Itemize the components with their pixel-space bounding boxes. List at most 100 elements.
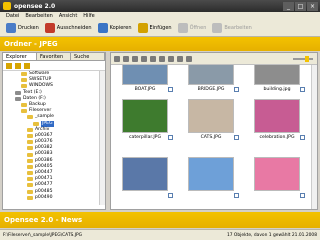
slideshow-icon[interactable] <box>177 55 183 62</box>
thumbnail-caption: CATS.JPG <box>200 135 222 140</box>
window-title: opensee 2.0 <box>14 2 56 10</box>
toolbar-label: Bearbeiten <box>224 25 252 31</box>
menu-item-bearbeiten[interactable]: Bearbeiten <box>25 13 52 19</box>
delete-icon[interactable] <box>186 55 192 62</box>
thumbnail-image <box>122 157 168 191</box>
drive-icon <box>15 96 21 101</box>
folder-icon <box>33 121 39 126</box>
select-checkbox[interactable] <box>300 135 305 140</box>
status-info: 17 Objekte, davon 1 gewählt 21.01.2008 <box>226 232 317 238</box>
tree-item[interactable]: p00490 <box>3 195 105 201</box>
thumbnail[interactable]: caterpillar.JPG <box>115 99 175 140</box>
thumbnail-image <box>254 157 300 191</box>
drucken-button[interactable]: Drucken <box>6 23 39 33</box>
thumbnail[interactable] <box>115 157 175 198</box>
menu-bar: Datei Bearbeiten Ansicht Hilfe <box>0 12 320 20</box>
folder-header: Ordner - JPEG <box>0 37 320 51</box>
status-bar: F:\Fileserver\_sample\JPEG\CATS.JPG 17 O… <box>0 229 320 240</box>
folder-icon <box>27 195 33 200</box>
app-icon <box>3 2 11 10</box>
close-button[interactable]: × <box>307 1 318 11</box>
menu-item-ansicht[interactable]: Ansicht <box>59 13 77 19</box>
news-bar[interactable]: Opensee 2.0 - News <box>0 212 320 228</box>
maximize-button[interactable]: □ <box>295 1 306 11</box>
view-mode-icon[interactable] <box>141 55 147 62</box>
select-checkbox[interactable] <box>168 193 173 198</box>
thumbnail[interactable]: BRIDGE.JPG <box>181 65 241 92</box>
folder-icon <box>27 133 33 138</box>
folder-icon <box>27 177 33 182</box>
thumbnail[interactable]: celebration.JPG <box>247 99 307 140</box>
menu-item-hilfe[interactable]: Hilfe <box>83 13 94 19</box>
thumbnail-caption: BRIDGE.JPG <box>197 87 225 92</box>
rotate-left-icon[interactable] <box>159 55 165 62</box>
forward-icon[interactable] <box>132 55 138 62</box>
select-checkbox[interactable] <box>234 193 239 198</box>
folder-tree: Software SWSETUP WINDOWS Text (E:) Daten (F:… <box>3 71 105 205</box>
thumbnail-pane: BOAT.JPG BRIDGE.JPG building.jpg caterpilla… <box>110 52 318 210</box>
sort-icon[interactable] <box>150 55 156 62</box>
status-path: F:\Fileserver\_sample\JPEG\CATS.JPG <box>3 232 83 238</box>
thumbnail-image <box>254 65 300 85</box>
thumbnail-image <box>122 99 168 133</box>
left-tabs: Explorer Favoriten Suche <box>3 53 105 61</box>
thumbnail[interactable]: BOAT.JPG <box>115 65 175 92</box>
tab-suche[interactable]: Suche <box>71 53 105 60</box>
minimize-button[interactable]: _ <box>283 1 294 11</box>
menu-item-datei[interactable]: Datei <box>6 13 19 19</box>
tree-scrollbar[interactable] <box>99 71 105 205</box>
folder-icon <box>27 189 33 194</box>
toolbar-label: Kopieren <box>109 25 132 31</box>
thumbnail-caption: celebration.JPG <box>259 135 295 140</box>
home-icon[interactable] <box>114 55 120 62</box>
folder-icon <box>27 115 33 120</box>
select-checkbox[interactable] <box>300 193 305 198</box>
kopieren-button[interactable]: Kopieren <box>97 23 132 33</box>
ausschneiden-button[interactable]: Ausschneiden <box>44 23 92 33</box>
select-checkbox[interactable] <box>234 87 239 92</box>
bearbeiten-button[interactable]: Bearbeiten <box>212 23 252 33</box>
grid-scrollbar[interactable] <box>311 65 317 209</box>
toolbar-label: Drucken <box>18 25 39 31</box>
thumbnail-caption: BOAT.JPG <box>134 87 156 92</box>
folder-icon <box>27 158 33 163</box>
folder-icon <box>21 103 27 108</box>
-ffnen-button[interactable]: Öffnen <box>177 23 207 33</box>
copy-icon <box>97 23 108 33</box>
open-icon <box>177 23 188 33</box>
einf-gen-button[interactable]: Einfügen <box>137 23 172 33</box>
paste-icon <box>137 23 148 33</box>
thumbnail[interactable] <box>181 157 241 198</box>
thumbnail-image <box>188 65 234 85</box>
star-icon[interactable] <box>24 62 30 69</box>
toolbar-label: Öffnen <box>189 25 207 31</box>
rotate-right-icon[interactable] <box>168 55 174 62</box>
drive-icon <box>15 90 21 95</box>
scissors-icon <box>44 23 55 33</box>
thumbnail[interactable]: CATS.JPG <box>181 99 241 140</box>
back-icon[interactable] <box>123 55 129 62</box>
thumbnail-grid: BOAT.JPG BRIDGE.JPG building.jpg caterpilla… <box>111 65 317 209</box>
thumbnail-caption: building.jpg <box>263 87 291 92</box>
select-checkbox[interactable] <box>234 135 239 140</box>
thumbnail[interactable]: building.jpg <box>247 65 307 92</box>
folder-icon <box>21 84 27 89</box>
toolbar-label: Ausschneiden <box>56 25 92 31</box>
thumbnail[interactable] <box>247 157 307 198</box>
tab-explorer[interactable]: Explorer <box>3 53 37 60</box>
thumbnail-caption: caterpillar.JPG <box>128 135 162 140</box>
folder-up-icon[interactable] <box>6 62 12 69</box>
folder-icon <box>27 164 33 169</box>
new-folder-icon[interactable] <box>15 62 21 69</box>
thumbnail-image <box>254 99 300 133</box>
select-checkbox[interactable] <box>300 87 305 92</box>
folder-icon <box>21 72 27 77</box>
left-tools <box>3 61 105 71</box>
tab-favoriten[interactable]: Favoriten <box>37 53 71 60</box>
folder-icon <box>27 127 33 132</box>
zoom-slider[interactable] <box>293 55 313 62</box>
select-checkbox[interactable] <box>168 135 173 140</box>
view-toolbar <box>111 53 317 65</box>
select-checkbox[interactable] <box>168 87 173 92</box>
folder-icon <box>27 152 33 157</box>
